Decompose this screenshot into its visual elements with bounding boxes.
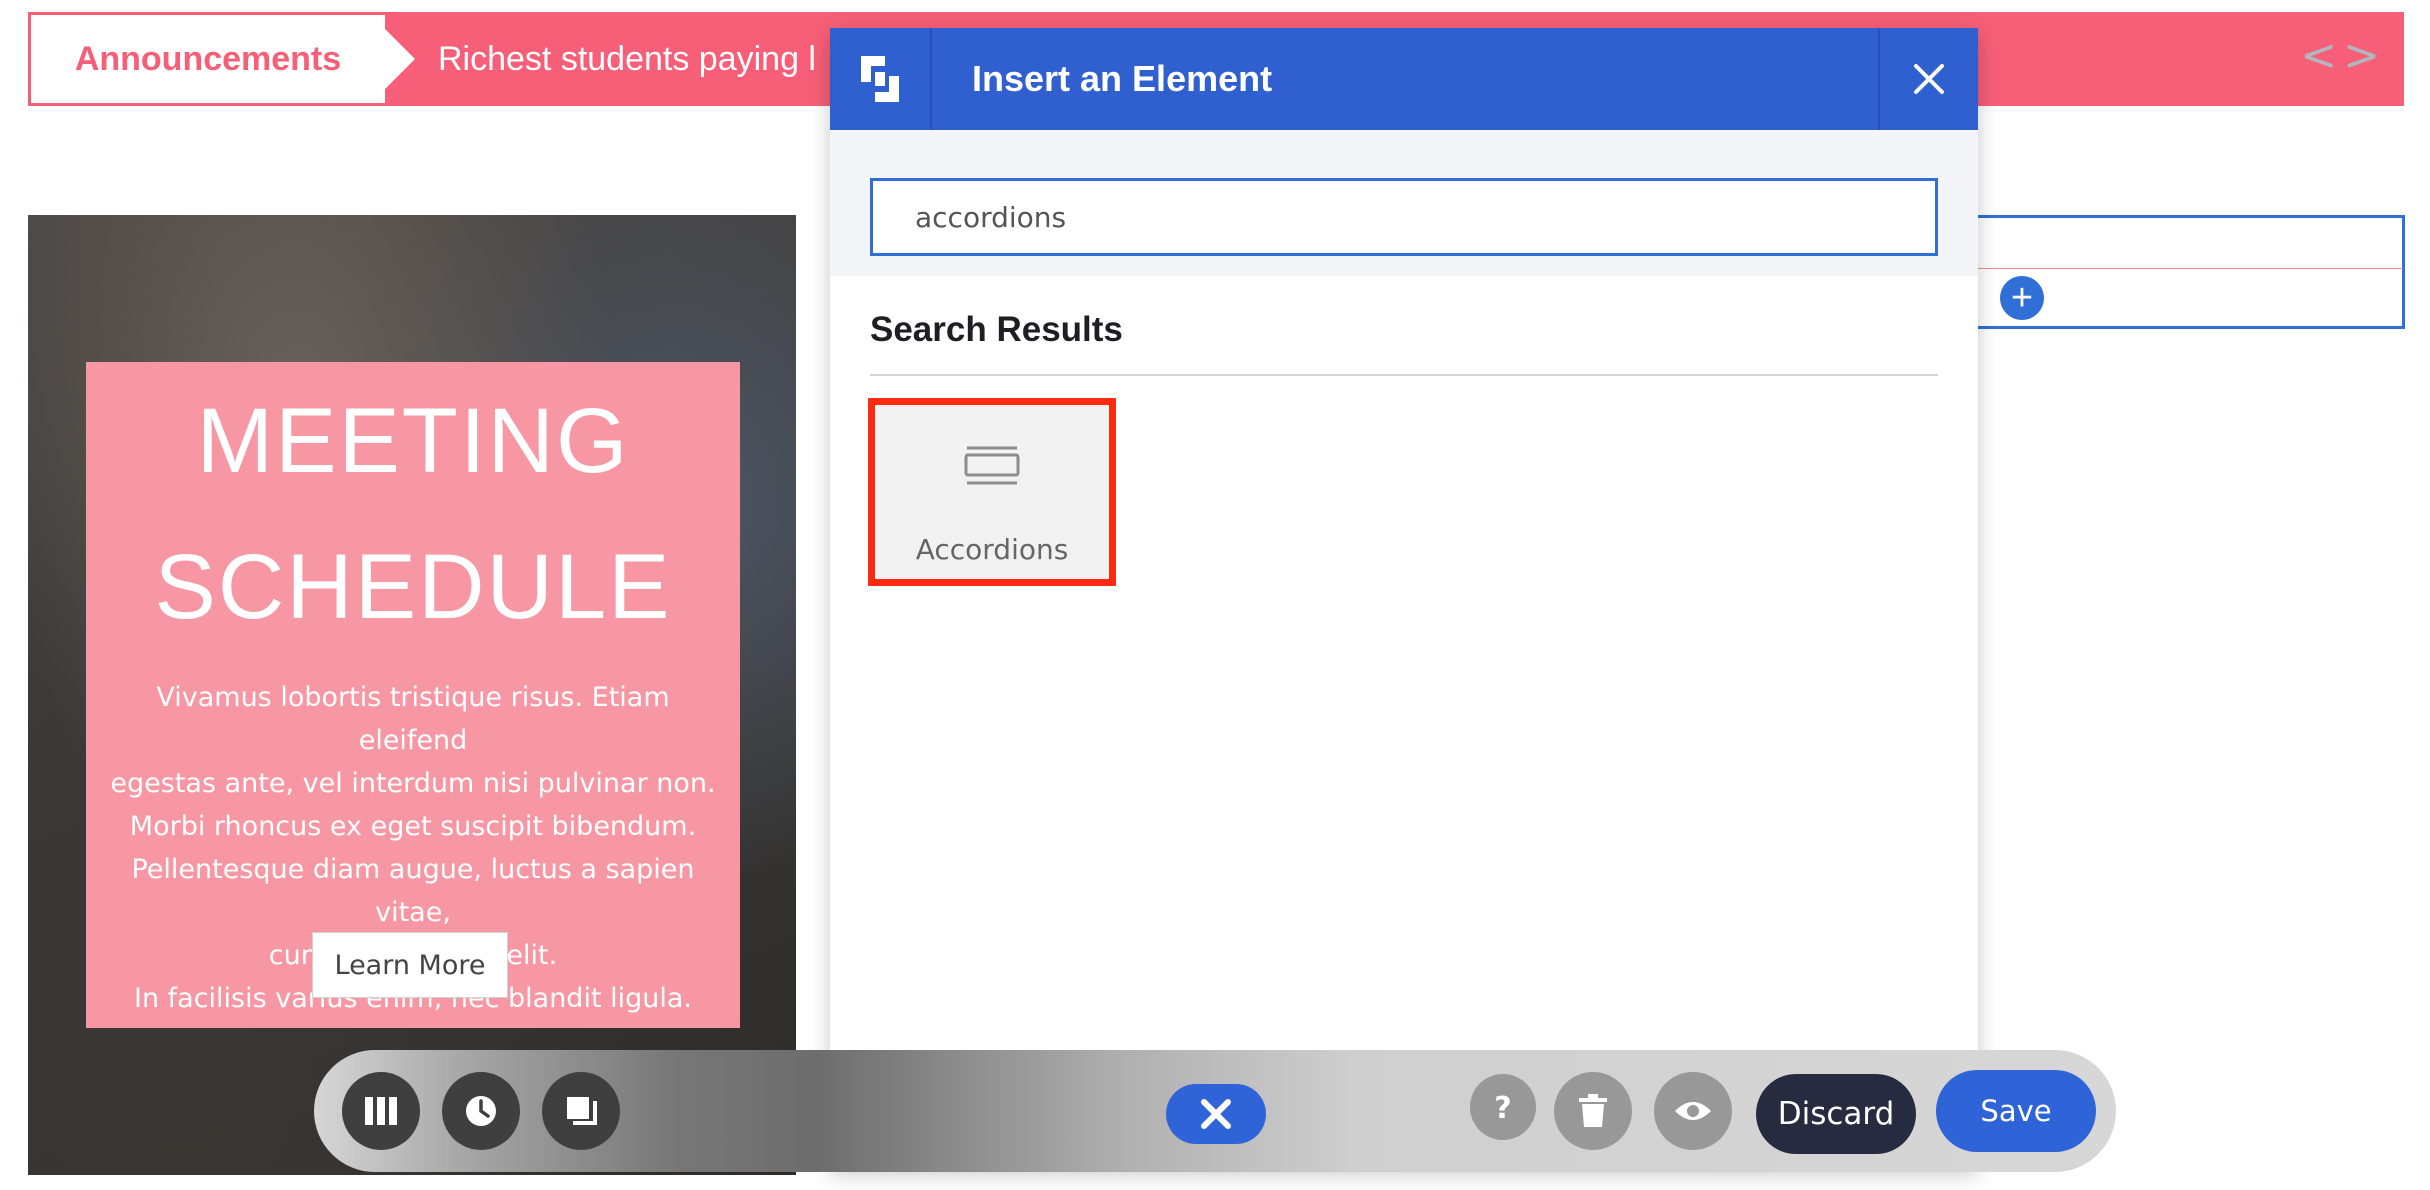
history-button[interactable] (442, 1072, 520, 1150)
card-title-line-1: MEETING (196, 390, 630, 492)
learn-more-button[interactable]: Learn More (312, 932, 508, 998)
help-button[interactable]: ? (1470, 1074, 1536, 1140)
trash-icon (1579, 1094, 1607, 1127)
block-divider (1975, 268, 2403, 269)
save-button[interactable]: Save (1936, 1070, 2096, 1152)
svg-text:?: ? (1494, 1091, 1511, 1124)
modal-header: Insert an Element (830, 28, 1978, 130)
search-area (830, 130, 1978, 276)
result-label: Accordions (915, 533, 1069, 566)
columns-button[interactable] (342, 1072, 420, 1150)
card-body-line: egestas ante, vel interdum nisi pulvinar… (110, 768, 716, 799)
add-element-plus-icon[interactable]: + (2000, 276, 2044, 320)
modal-title: Insert an Element (972, 58, 1273, 99)
accordion-icon (964, 446, 1020, 485)
app-logo-icon (830, 28, 932, 130)
preview-button[interactable] (1654, 1072, 1732, 1150)
card-body-line: Vivamus lobortis tristique risus. Etiam … (156, 682, 670, 756)
close-icon (1914, 64, 1944, 94)
insert-element-modal: Insert an Element Search Results Accordi… (830, 28, 1978, 1168)
hero-background: MEETING SCHEDULE Vivamus lobortis tristi… (28, 215, 796, 1175)
close-icon (1201, 1099, 1231, 1129)
columns-icon (365, 1097, 397, 1125)
eye-icon (1675, 1102, 1711, 1120)
card-title-line-2: SCHEDULE (154, 536, 672, 638)
card-body-line: Morbi rhoncus ex eget suscipit bibendum. (129, 811, 697, 842)
search-results-heading: Search Results (870, 310, 1123, 349)
editor-toolbar: ? Discard Save (314, 1050, 2116, 1172)
close-modal-button[interactable] (1878, 28, 1978, 130)
announcement-nav-arrows-icon[interactable]: <> (2300, 30, 2386, 81)
help-icon: ? (1494, 1091, 1511, 1124)
announcement-label: Announcements (28, 12, 388, 106)
clock-icon (466, 1096, 496, 1126)
delete-button[interactable] (1554, 1072, 1632, 1150)
announcement-arrow (385, 29, 415, 89)
selected-block-outline[interactable] (1975, 215, 2405, 329)
results-divider (870, 374, 1938, 376)
card-title: MEETING SCHEDULE (86, 368, 740, 660)
layers-icon (567, 1097, 597, 1125)
meeting-card: MEETING SCHEDULE Vivamus lobortis tristi… (86, 362, 740, 1028)
element-search-input[interactable] (870, 178, 1938, 256)
result-tile-accordions[interactable]: Accordions (868, 398, 1116, 586)
announcement-text[interactable]: Richest students paying l (438, 12, 816, 106)
discard-button[interactable]: Discard (1756, 1074, 1916, 1154)
layers-button[interactable] (542, 1072, 620, 1150)
card-body-line: Pellentesque diam augue, luctus a sapien… (131, 854, 695, 928)
cancel-insert-button[interactable] (1166, 1084, 1266, 1144)
